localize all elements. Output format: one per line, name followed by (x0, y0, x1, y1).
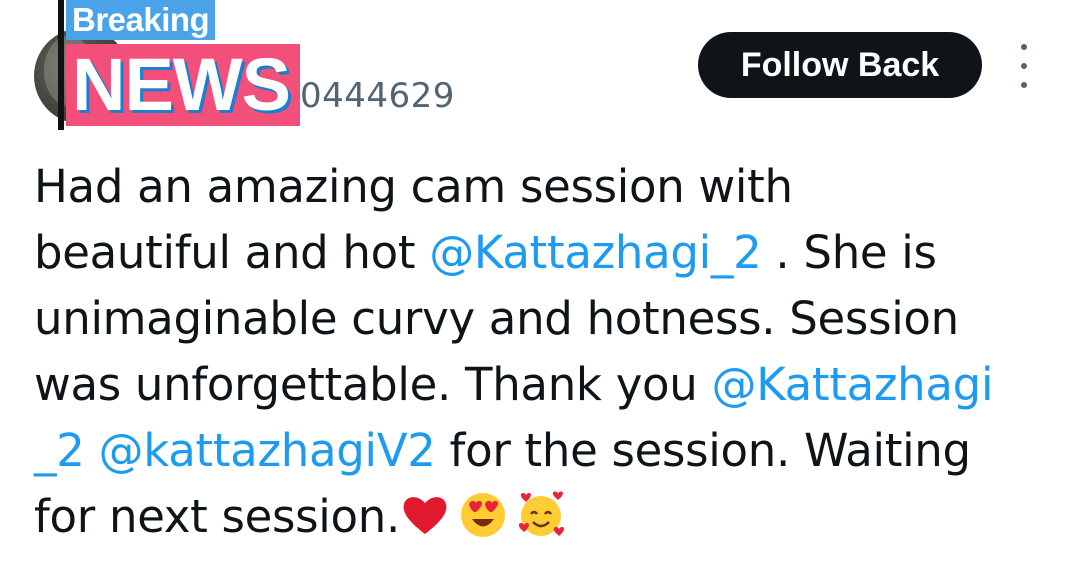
more-dot (1021, 82, 1027, 88)
more-dot (1021, 44, 1027, 50)
tweet-text-segment: unimaginable curvy and hotness. Session (34, 292, 959, 345)
tweet-text-segment: . She is (761, 226, 937, 279)
news-sticker-label: NEWS (66, 44, 300, 126)
tweet-text-segment: Had an amazing cam session with (34, 160, 793, 213)
red-heart-icon (400, 490, 450, 540)
mention-link[interactable]: @Kattazhagi (712, 358, 994, 411)
tweet-text-line: Had an amazing cam session with (34, 154, 1044, 220)
tweet-text-line: beautiful and hot @Kattazhagi_2 . She is (34, 220, 1044, 286)
tweet-text-segment: beautiful and hot (34, 226, 430, 279)
heart-eyes-face-icon (458, 490, 508, 540)
tweet-text-line: for next session. (34, 484, 1044, 550)
more-options-icon[interactable] (1010, 44, 1038, 88)
more-dot (1021, 63, 1027, 69)
tweet-text-segment: was unforgettable. Thank you (34, 358, 712, 411)
breaking-sticker-label: Breaking (66, 0, 216, 40)
smiling-face-with-hearts-icon (516, 490, 566, 540)
tweet-text-segment: for the session. Waiting (435, 424, 972, 477)
follow-back-button[interactable]: Follow Back (698, 32, 982, 98)
tweet-text-line: unimaginable curvy and hotness. Session (34, 286, 1044, 352)
tweet-text-segment: for next session. (34, 490, 400, 543)
tweet-text: Had an amazing cam session with beautiful… (34, 154, 1044, 550)
mention-link[interactable]: @Kattazhagi_2 (429, 226, 761, 279)
news-sticker-bar (58, 0, 64, 130)
user-handle[interactable]: 0444629 (300, 76, 455, 116)
tweet-text-line: _2 @kattazhagiV2 for the session. Waitin… (34, 418, 1044, 484)
mention-link[interactable]: _2 @kattazhagiV2 (34, 424, 436, 477)
tweet-text-line: was unforgettable. Thank you @Kattazhagi (34, 352, 1044, 418)
